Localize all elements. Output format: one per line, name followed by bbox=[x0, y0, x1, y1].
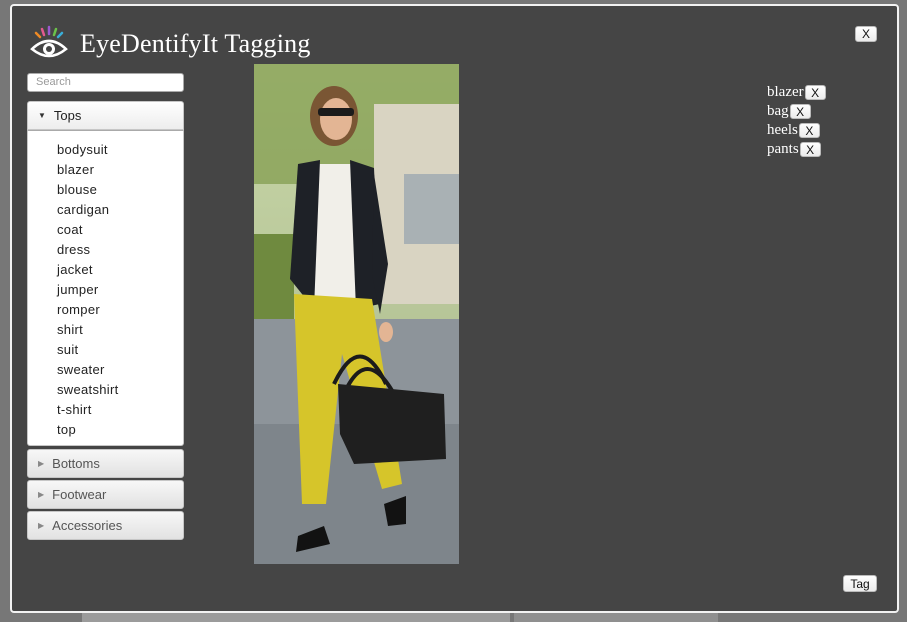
list-item[interactable]: blouse bbox=[57, 181, 183, 201]
tag-label: bag bbox=[767, 103, 789, 119]
list-item[interactable]: shirt bbox=[57, 321, 183, 341]
tag-label: blazer bbox=[767, 84, 804, 100]
triangle-right-icon: ▶ bbox=[38, 489, 45, 499]
tag-label: pants bbox=[767, 141, 799, 157]
accordion-header-footwear[interactable]: ▶ Footwear bbox=[27, 479, 184, 509]
list-item[interactable]: jacket bbox=[57, 261, 183, 281]
tag-item: bag X bbox=[767, 102, 826, 121]
search-input[interactable] bbox=[27, 72, 184, 92]
tag-label: heels bbox=[767, 122, 798, 138]
remove-tag-button[interactable]: X bbox=[798, 123, 820, 138]
modal-title: EyeDentifyIt Tagging bbox=[80, 29, 311, 58]
list-item[interactable]: t-shirt bbox=[57, 401, 183, 421]
triangle-down-icon: ▼ bbox=[38, 110, 46, 120]
accordion-label: Tops bbox=[53, 107, 82, 123]
remove-tag-button[interactable]: X bbox=[804, 85, 826, 100]
remove-tag-button[interactable]: X bbox=[799, 142, 821, 157]
accordion-header-tops[interactable]: ▼ Tops bbox=[27, 100, 184, 130]
modal-header: EyeDentifyIt Tagging bbox=[30, 24, 311, 64]
list-item[interactable]: sweater bbox=[57, 361, 183, 381]
fashion-photo-image bbox=[254, 64, 459, 564]
list-item[interactable]: cardigan bbox=[57, 201, 183, 221]
accordion-header-bottoms[interactable]: ▶ Bottoms bbox=[27, 448, 184, 478]
triangle-right-icon: ▶ bbox=[38, 520, 45, 530]
list-item[interactable]: bodysuit bbox=[57, 141, 183, 161]
background-thumbnail bbox=[514, 612, 718, 622]
list-item[interactable]: romper bbox=[57, 301, 183, 321]
accordion-header-accessories[interactable]: ▶ Accessories bbox=[27, 510, 184, 540]
applied-tags-list: blazer X bag X heels X pants X bbox=[767, 83, 826, 159]
eye-logo-icon bbox=[30, 25, 68, 58]
list-item[interactable]: jumper bbox=[57, 281, 183, 301]
list-item[interactable]: sweatshirt bbox=[57, 381, 183, 401]
accordion-panel-tops[interactable]: bodysuit blazer blouse cardigan coat dre… bbox=[27, 129, 184, 446]
tops-item-list: bodysuit blazer blouse cardigan coat dre… bbox=[28, 141, 183, 441]
fashion-photo[interactable] bbox=[254, 64, 459, 564]
tag-item: heels X bbox=[767, 121, 826, 140]
list-item[interactable]: suit bbox=[57, 341, 183, 361]
tagging-modal: EyeDentifyIt Tagging X ▼ Tops bodysuit b… bbox=[10, 4, 899, 613]
accordion-label: Footwear bbox=[52, 486, 107, 502]
tag-item: pants X bbox=[767, 140, 826, 159]
triangle-right-icon: ▶ bbox=[38, 458, 45, 468]
category-sidebar: ▼ Tops bodysuit blazer blouse cardigan c… bbox=[27, 72, 185, 540]
accordion-label: Bottoms bbox=[52, 455, 100, 471]
list-item[interactable]: top bbox=[57, 421, 183, 441]
list-item[interactable]: dress bbox=[57, 241, 183, 261]
list-item[interactable]: coat bbox=[57, 221, 183, 241]
background-thumbnail bbox=[82, 612, 510, 622]
list-item[interactable]: blazer bbox=[57, 161, 183, 181]
tag-item: blazer X bbox=[767, 83, 826, 102]
tag-button[interactable]: Tag bbox=[843, 575, 877, 592]
close-button[interactable]: X bbox=[855, 26, 877, 42]
remove-tag-button[interactable]: X bbox=[789, 104, 811, 119]
accordion-label: Accessories bbox=[52, 517, 123, 533]
